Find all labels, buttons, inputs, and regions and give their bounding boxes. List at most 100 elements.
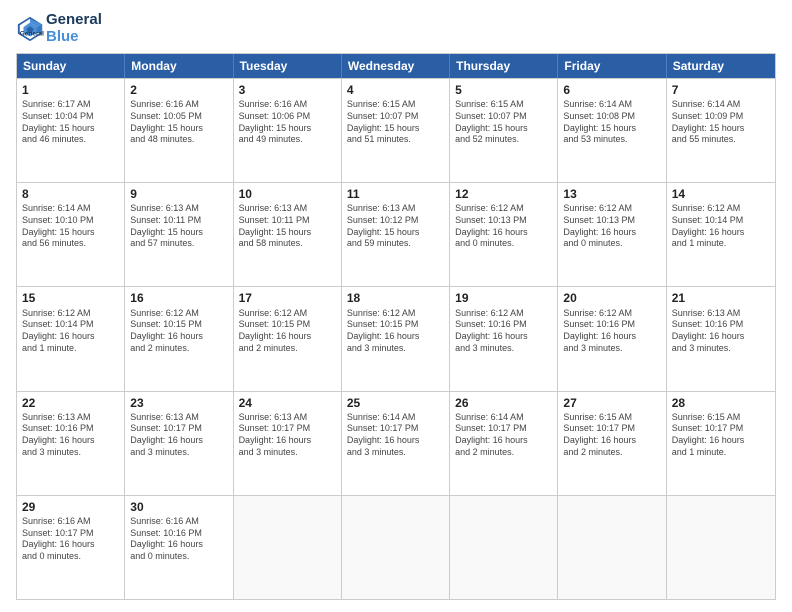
header-day-tuesday: Tuesday (234, 54, 342, 78)
day-info: Sunrise: 6:16 AM Sunset: 10:06 PM Daylig… (239, 99, 336, 146)
calendar-week-5: 29Sunrise: 6:16 AM Sunset: 10:17 PM Dayl… (17, 495, 775, 599)
day-info: Sunrise: 6:12 AM Sunset: 10:15 PM Daylig… (347, 308, 444, 355)
calendar-week-1: 1Sunrise: 6:17 AM Sunset: 10:04 PM Dayli… (17, 78, 775, 182)
calendar: SundayMondayTuesdayWednesdayThursdayFrid… (16, 53, 776, 600)
day-info: Sunrise: 6:16 AM Sunset: 10:05 PM Daylig… (130, 99, 227, 146)
day-number: 28 (672, 395, 770, 411)
calendar-day-1: 1Sunrise: 6:17 AM Sunset: 10:04 PM Dayli… (17, 79, 125, 182)
calendar-day-4: 4Sunrise: 6:15 AM Sunset: 10:07 PM Dayli… (342, 79, 450, 182)
day-info: Sunrise: 6:13 AM Sunset: 10:16 PM Daylig… (672, 308, 770, 355)
day-info: Sunrise: 6:12 AM Sunset: 10:15 PM Daylig… (130, 308, 227, 355)
calendar-day-27: 27Sunrise: 6:15 AM Sunset: 10:17 PM Dayl… (558, 392, 666, 495)
day-number: 22 (22, 395, 119, 411)
day-number: 9 (130, 186, 227, 202)
day-number: 18 (347, 290, 444, 306)
calendar-day-25: 25Sunrise: 6:14 AM Sunset: 10:17 PM Dayl… (342, 392, 450, 495)
day-number: 7 (672, 82, 770, 98)
day-number: 17 (239, 290, 336, 306)
day-info: Sunrise: 6:14 AM Sunset: 10:10 PM Daylig… (22, 203, 119, 250)
logo-general: General (46, 12, 102, 29)
day-info: Sunrise: 6:13 AM Sunset: 10:16 PM Daylig… (22, 412, 119, 459)
day-number: 3 (239, 82, 336, 98)
svg-text:General: General (20, 30, 44, 37)
calendar-week-4: 22Sunrise: 6:13 AM Sunset: 10:16 PM Dayl… (17, 391, 775, 495)
day-info: Sunrise: 6:15 AM Sunset: 10:17 PM Daylig… (672, 412, 770, 459)
calendar-day-18: 18 Sunrise: 6:12 AM Sunset: 10:15 PM Dayl… (342, 287, 450, 390)
calendar-day-16: 16Sunrise: 6:12 AM Sunset: 10:15 PM Dayl… (125, 287, 233, 390)
calendar-week-2: 8Sunrise: 6:14 AM Sunset: 10:10 PM Dayli… (17, 182, 775, 286)
header-day-wednesday: Wednesday (342, 54, 450, 78)
calendar-day-30: 30Sunrise: 6:16 AM Sunset: 10:16 PM Dayl… (125, 496, 233, 599)
day-number: 27 (563, 395, 660, 411)
day-number: 5 (455, 82, 552, 98)
calendar-empty (234, 496, 342, 599)
day-number: 13 (563, 186, 660, 202)
day-info: Sunrise: 6:14 AM Sunset: 10:09 PM Daylig… (672, 99, 770, 146)
day-info: Sunrise: 6:15 AM Sunset: 10:07 PM Daylig… (347, 99, 444, 146)
day-info: Sunrise: 6:12 AM Sunset: 10:13 PM Daylig… (563, 203, 660, 250)
calendar-day-22: 22Sunrise: 6:13 AM Sunset: 10:16 PM Dayl… (17, 392, 125, 495)
calendar-day-3: 3Sunrise: 6:16 AM Sunset: 10:06 PM Dayli… (234, 79, 342, 182)
day-info: Sunrise: 6:13 AM Sunset: 10:17 PM Daylig… (130, 412, 227, 459)
logo-blue: Blue (46, 29, 102, 46)
calendar-day-19: 19 Sunrise: 6:12 AM Sunset: 10:16 PM Dayl… (450, 287, 558, 390)
calendar-week-3: 15Sunrise: 6:12 AM Sunset: 10:14 PM Dayl… (17, 286, 775, 390)
calendar-container: General General Blue SundayMondayTuesday… (0, 0, 792, 612)
day-number: 29 (22, 499, 119, 515)
calendar-day-23: 23Sunrise: 6:13 AM Sunset: 10:17 PM Dayl… (125, 392, 233, 495)
calendar-day-29: 29Sunrise: 6:16 AM Sunset: 10:17 PM Dayl… (17, 496, 125, 599)
day-number: 23 (130, 395, 227, 411)
header-day-monday: Monday (125, 54, 233, 78)
day-info: Sunrise: 6:12 AM Sunset: 10:16 PM Daylig… (563, 308, 660, 355)
day-info: Sunrise: 6:12 AM Sunset: 10:14 PM Daylig… (22, 308, 119, 355)
day-info: Sunrise: 6:16 AM Sunset: 10:17 PM Daylig… (22, 516, 119, 563)
header-day-sunday: Sunday (17, 54, 125, 78)
calendar-empty (667, 496, 775, 599)
calendar-empty (558, 496, 666, 599)
day-number: 21 (672, 290, 770, 306)
header-day-thursday: Thursday (450, 54, 558, 78)
header-day-saturday: Saturday (667, 54, 775, 78)
calendar-day-21: 21 Sunrise: 6:13 AM Sunset: 10:16 PM Dayl… (667, 287, 775, 390)
calendar-day-2: 2Sunrise: 6:16 AM Sunset: 10:05 PM Dayli… (125, 79, 233, 182)
day-info: Sunrise: 6:12 AM Sunset: 10:14 PM Daylig… (672, 203, 770, 250)
day-number: 19 (455, 290, 552, 306)
calendar-day-10: 10Sunrise: 6:13 AM Sunset: 10:11 PM Dayl… (234, 183, 342, 286)
logo-icon: General (16, 15, 44, 43)
day-number: 24 (239, 395, 336, 411)
day-info: Sunrise: 6:12 AM Sunset: 10:15 PM Daylig… (239, 308, 336, 355)
day-number: 2 (130, 82, 227, 98)
calendar-day-24: 24Sunrise: 6:13 AM Sunset: 10:17 PM Dayl… (234, 392, 342, 495)
day-number: 11 (347, 186, 444, 202)
day-number: 25 (347, 395, 444, 411)
day-number: 10 (239, 186, 336, 202)
day-info: Sunrise: 6:12 AM Sunset: 10:13 PM Daylig… (455, 203, 552, 250)
day-number: 20 (563, 290, 660, 306)
day-number: 12 (455, 186, 552, 202)
day-info: Sunrise: 6:12 AM Sunset: 10:16 PM Daylig… (455, 308, 552, 355)
day-info: Sunrise: 6:13 AM Sunset: 10:12 PM Daylig… (347, 203, 444, 250)
calendar-day-15: 15Sunrise: 6:12 AM Sunset: 10:14 PM Dayl… (17, 287, 125, 390)
calendar-day-13: 13Sunrise: 6:12 AM Sunset: 10:13 PM Dayl… (558, 183, 666, 286)
day-info: Sunrise: 6:17 AM Sunset: 10:04 PM Daylig… (22, 99, 119, 146)
day-info: Sunrise: 6:14 AM Sunset: 10:08 PM Daylig… (563, 99, 660, 146)
day-number: 8 (22, 186, 119, 202)
calendar-day-5: 5Sunrise: 6:15 AM Sunset: 10:07 PM Dayli… (450, 79, 558, 182)
day-number: 6 (563, 82, 660, 98)
header: General General Blue (16, 12, 776, 45)
day-info: Sunrise: 6:14 AM Sunset: 10:17 PM Daylig… (347, 412, 444, 459)
calendar-day-26: 26Sunrise: 6:14 AM Sunset: 10:17 PM Dayl… (450, 392, 558, 495)
calendar-day-28: 28Sunrise: 6:15 AM Sunset: 10:17 PM Dayl… (667, 392, 775, 495)
calendar-day-17: 17 Sunrise: 6:12 AM Sunset: 10:15 PM Dayl… (234, 287, 342, 390)
day-number: 1 (22, 82, 119, 98)
calendar-empty (450, 496, 558, 599)
day-number: 14 (672, 186, 770, 202)
header-day-friday: Friday (558, 54, 666, 78)
calendar-empty (342, 496, 450, 599)
calendar-day-11: 11Sunrise: 6:13 AM Sunset: 10:12 PM Dayl… (342, 183, 450, 286)
day-number: 26 (455, 395, 552, 411)
day-info: Sunrise: 6:13 AM Sunset: 10:11 PM Daylig… (130, 203, 227, 250)
day-info: Sunrise: 6:13 AM Sunset: 10:11 PM Daylig… (239, 203, 336, 250)
day-number: 30 (130, 499, 227, 515)
logo: General General Blue (16, 12, 102, 45)
